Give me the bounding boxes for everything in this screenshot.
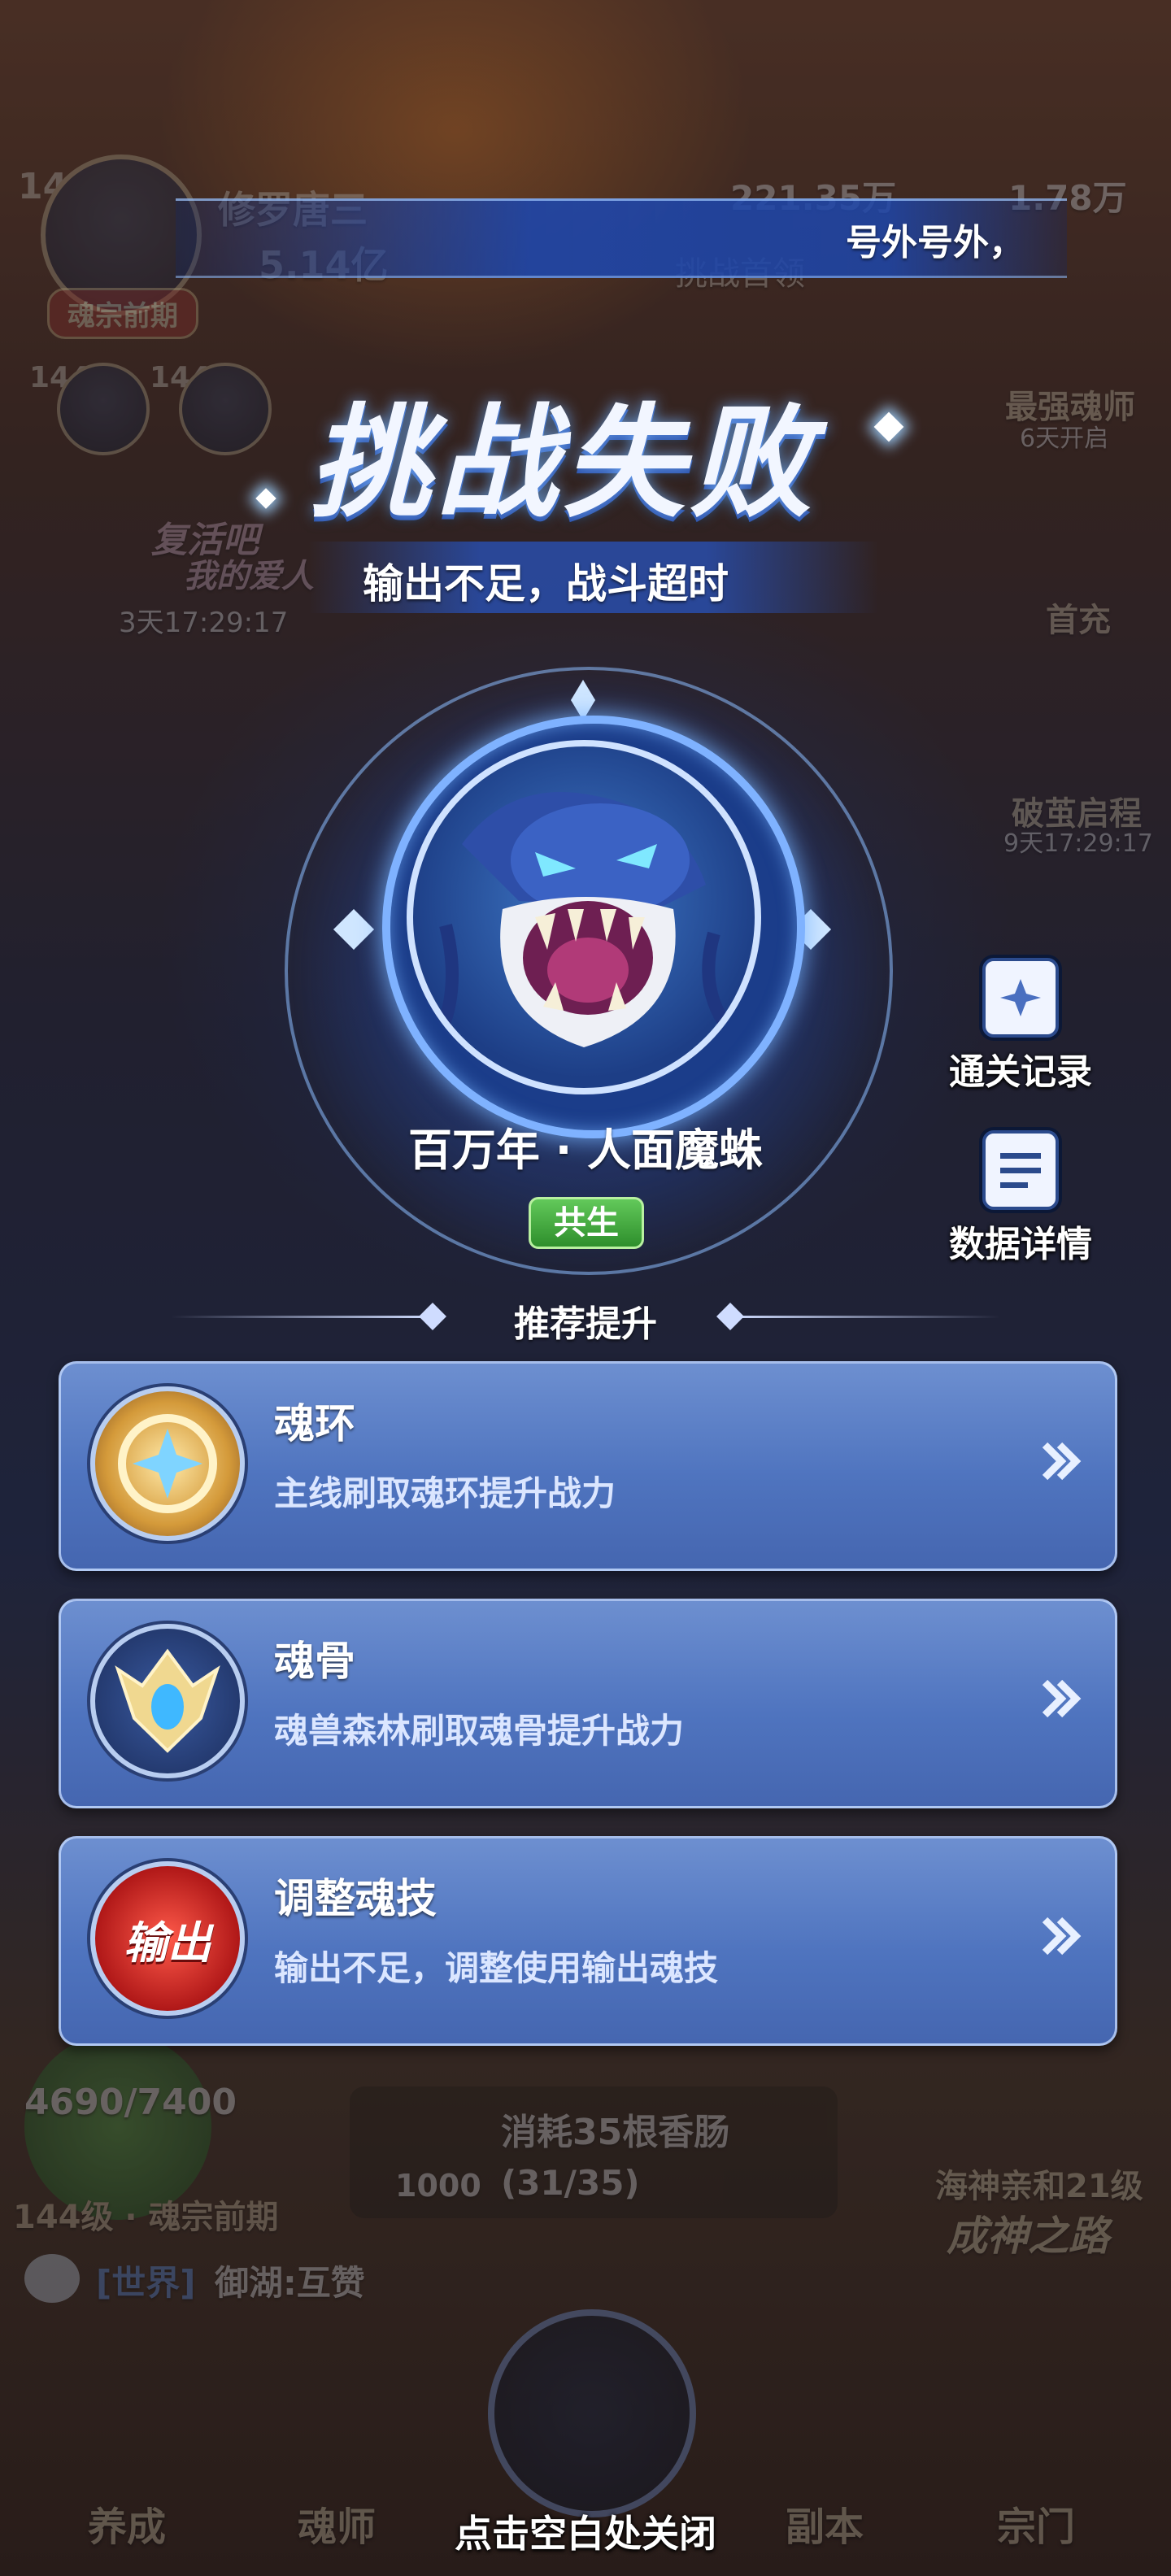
output-skill-icon: 输出 bbox=[90, 1861, 245, 2016]
boss-portrait[interactable] bbox=[407, 740, 761, 1094]
news-banner-text: 号外号外， bbox=[846, 222, 1025, 263]
double-chevron-right-icon bbox=[1042, 1442, 1082, 1481]
recommend-card-adjust-skill[interactable]: 输出 调整魂技 输出不足，调整使用输出魂技 bbox=[59, 1836, 1117, 2046]
card-description: 输出不足，调整使用输出魂技 bbox=[274, 1948, 719, 1988]
card-title: 魂骨 bbox=[274, 1638, 355, 1685]
clear-record-button[interactable]: 通关记录 bbox=[949, 958, 1092, 1094]
card-title: 魂环 bbox=[274, 1400, 355, 1447]
soul-ring-icon bbox=[90, 1386, 245, 1541]
card-description: 魂兽森林刷取魂骨提升战力 bbox=[274, 1711, 685, 1751]
document-list-icon bbox=[982, 1130, 1059, 1210]
boss-tag: 共生 bbox=[529, 1197, 644, 1249]
result-title: 挑战失败 bbox=[309, 393, 817, 534]
recommend-card-soul-ring[interactable]: 魂环 主线刷取魂环提升战力 bbox=[59, 1361, 1117, 1571]
divider-line bbox=[732, 1316, 1000, 1318]
spider-monster-icon bbox=[431, 792, 736, 1047]
recommend-heading: 推荐提升 bbox=[514, 1303, 657, 1345]
card-title: 调整魂技 bbox=[274, 1875, 437, 1922]
recommend-card-soul-bone[interactable]: 魂骨 魂兽森林刷取魂骨提升战力 bbox=[59, 1599, 1117, 1808]
card-description: 主线刷取魂环提升战力 bbox=[274, 1473, 616, 1513]
result-subtitle: 输出不足，战斗超时 bbox=[363, 560, 729, 607]
double-chevron-right-icon bbox=[1042, 1679, 1082, 1718]
data-details-button[interactable]: 数据详情 bbox=[949, 1130, 1092, 1267]
close-hint[interactable]: 点击空白处关闭 bbox=[0, 2504, 1171, 2558]
soul-bone-icon bbox=[90, 1624, 245, 1778]
data-details-label: 数据详情 bbox=[949, 1224, 1092, 1265]
output-skill-icon-text: 输出 bbox=[124, 1917, 211, 1969]
double-chevron-right-icon bbox=[1042, 1917, 1082, 1956]
clear-record-label: 通关记录 bbox=[949, 1051, 1092, 1093]
record-book-icon bbox=[982, 958, 1059, 1038]
